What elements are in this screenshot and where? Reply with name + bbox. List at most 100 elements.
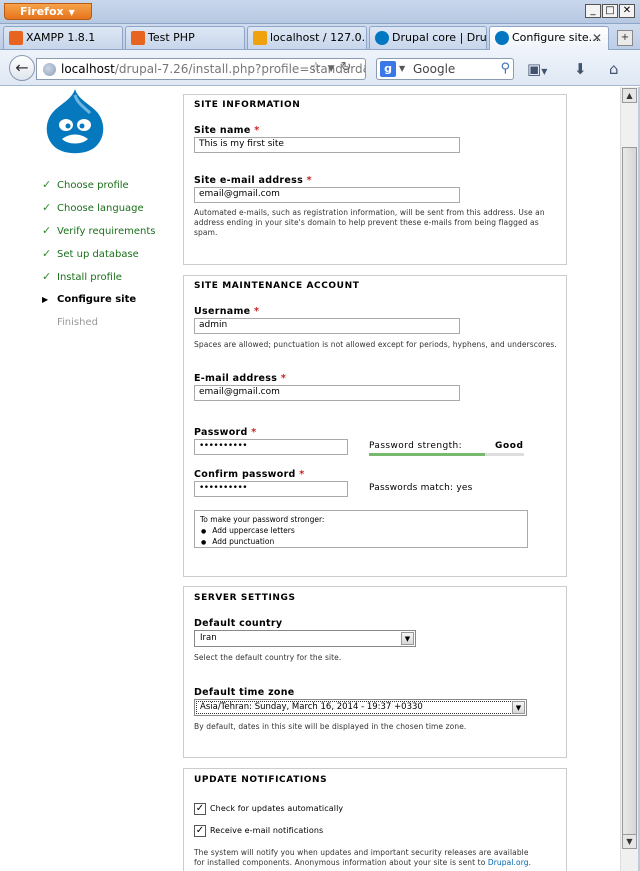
scroll-down-icon[interactable]: ▼ <box>622 834 637 849</box>
task-choose-profile: ✓ Choose profile <box>42 179 155 202</box>
password-input[interactable]: •••••••••• <box>194 439 348 455</box>
tab-label: Drupal core | Dru... <box>392 31 487 44</box>
tab-drupal-core[interactable]: Drupal core | Dru... <box>369 26 487 49</box>
close-window-icon[interactable]: ✕ <box>619 4 635 18</box>
label-text: E-mail address <box>194 373 278 384</box>
label-text: Password <box>194 427 248 438</box>
home-icon[interactable]: ⌂ <box>609 60 619 78</box>
fieldset-legend: UPDATE NOTIFICATIONS <box>194 775 328 785</box>
tab-label: XAMPP 1.8.1 <box>26 31 96 44</box>
tab-xampp[interactable]: XAMPP 1.8.1 <box>3 26 123 49</box>
password-strength-value: Good <box>495 441 524 451</box>
current-step-arrow-icon: ▶ <box>42 295 49 304</box>
default-timezone-label: Default time zone <box>194 687 295 698</box>
maximize-icon[interactable]: □ <box>602 4 618 18</box>
selected-value: Iran <box>200 633 217 643</box>
default-country-select[interactable]: Iran ▼ <box>194 630 416 647</box>
new-tab-button[interactable]: + <box>617 30 633 46</box>
drupal-icon <box>495 31 509 45</box>
description-end: . <box>528 858 532 867</box>
site-name-input[interactable]: This is my first site <box>194 137 460 153</box>
download-icon[interactable]: ⬇ <box>574 60 587 78</box>
checkmark-icon: ✓ <box>42 270 52 283</box>
search-placeholder: Google <box>413 62 456 76</box>
tab-label: Configure site... <box>512 31 600 44</box>
account-email-input[interactable]: email@gmail.com <box>194 385 460 401</box>
task-verify-requirements: ✓ Verify requirements <box>42 225 155 248</box>
list-item: Add punctuation <box>200 537 522 548</box>
check-updates-checkbox[interactable]: ✓ <box>194 803 206 815</box>
task-label: Configure site <box>57 294 137 305</box>
default-country-label: Default country <box>194 618 283 629</box>
chevron-down-icon[interactable]: ▼ <box>512 701 525 714</box>
list-item: Add uppercase letters <box>200 526 522 537</box>
firefox-menu-button[interactable]: Firefox ▼ <box>4 3 92 20</box>
account-email-label: E-mail address * <box>194 373 286 384</box>
tab-strip: XAMPP 1.8.1 Test PHP localhost / 127.0..… <box>0 24 640 50</box>
firefox-menu-label: Firefox <box>20 5 64 18</box>
url-actions: ☆▼↻ <box>310 60 357 75</box>
drupal-logo-icon <box>46 89 104 154</box>
checkmark-icon: ✓ <box>42 178 52 191</box>
email-notifications-checkbox[interactable]: ✓ <box>194 825 206 837</box>
confirm-password-input[interactable]: •••••••••• <box>194 481 348 497</box>
scroll-up-icon[interactable]: ▲ <box>622 88 637 103</box>
tab-label: localhost / 127.0.... <box>270 31 367 44</box>
site-name-label: Site name * <box>194 125 260 136</box>
navigation-toolbar: ← localhost/drupal-7.26/install.php?prof… <box>0 50 640 86</box>
xampp-icon <box>9 31 23 45</box>
task-label: Set up database <box>57 249 139 260</box>
label-text: Confirm password <box>194 469 296 480</box>
task-set-up-database: ✓ Set up database <box>42 248 155 271</box>
task-configure-site: ▶ Configure site <box>42 294 155 317</box>
tab-test-php[interactable]: Test PHP <box>125 26 245 49</box>
chevron-down-icon[interactable]: ▼ <box>399 59 405 79</box>
default-country-description: Select the default country for the site. <box>194 653 342 662</box>
tab-configure-site[interactable]: Configure site... ✕ <box>489 26 609 50</box>
minimize-icon[interactable]: _ <box>585 4 601 18</box>
required-marker: * <box>306 175 312 186</box>
xampp-icon <box>131 31 145 45</box>
drupal-org-link[interactable]: Drupal.org <box>488 858 529 867</box>
page-viewport: ✓ Choose profile ✓ Choose language ✓ Verify… <box>0 87 620 871</box>
confirm-password-label: Confirm password * <box>194 469 305 480</box>
reload-icon[interactable]: ↻ <box>341 60 358 75</box>
chevron-down-icon[interactable]: ▼ <box>401 632 414 645</box>
url-host: localhost <box>61 62 115 76</box>
update-notifications-description: The system will notify you when updates … <box>194 848 534 868</box>
google-icon[interactable]: g <box>380 61 396 77</box>
scrollbar-thumb[interactable] <box>622 147 637 843</box>
suggestions-title: To make your password stronger: <box>200 515 325 524</box>
label-text: Username <box>194 306 251 317</box>
tab-phpmyadmin[interactable]: localhost / 127.0.... <box>247 26 367 49</box>
description-text: The system will notify you when updates … <box>194 848 529 867</box>
search-icon[interactable]: ⚲ <box>500 59 510 79</box>
update-notifications-fieldset: UPDATE NOTIFICATIONS ✓ Check for updates… <box>183 768 567 871</box>
site-email-input[interactable]: email@gmail.com <box>194 187 460 203</box>
username-input[interactable]: admin <box>194 318 460 334</box>
default-timezone-description: By default, dates in this site will be d… <box>194 722 467 731</box>
back-arrow-icon[interactable]: ← <box>9 55 35 81</box>
site-email-description: Automated e-mails, such as registration … <box>194 208 545 237</box>
bookmark-star-icon[interactable]: ☆ <box>310 60 328 75</box>
drupal-icon <box>375 31 389 45</box>
checkmark-icon: ✓ <box>42 247 52 260</box>
chevron-down-icon[interactable]: ▼ <box>328 64 341 74</box>
required-marker: * <box>254 306 260 317</box>
globe-icon <box>43 63 56 76</box>
task-choose-language: ✓ Choose language <box>42 202 155 225</box>
default-timezone-select[interactable]: Asia/Tehran: Sunday, March 16, 2014 - 19… <box>194 699 527 716</box>
close-tab-icon[interactable]: ✕ <box>592 27 602 49</box>
required-marker: * <box>280 373 287 384</box>
search-input[interactable]: g ▼ Google ⚲ <box>376 58 514 80</box>
site-information-fieldset: SITE INFORMATION Site name * This is my … <box>183 94 567 265</box>
task-label: Verify requirements <box>57 226 156 237</box>
vertical-scrollbar[interactable]: ▲ ▼ <box>620 87 638 871</box>
maintenance-account-fieldset: SITE MAINTENANCE ACCOUNT Username * admi… <box>183 275 567 577</box>
label-text: Site name <box>194 125 251 136</box>
site-email-label: Site e-mail address * <box>194 175 312 186</box>
bookmarks-menu-icon[interactable]: ▣▼ <box>527 60 547 78</box>
checkmark-icon: ✓ <box>42 201 52 214</box>
required-marker: * <box>299 469 305 480</box>
label-text: Site e-mail address <box>194 175 304 186</box>
